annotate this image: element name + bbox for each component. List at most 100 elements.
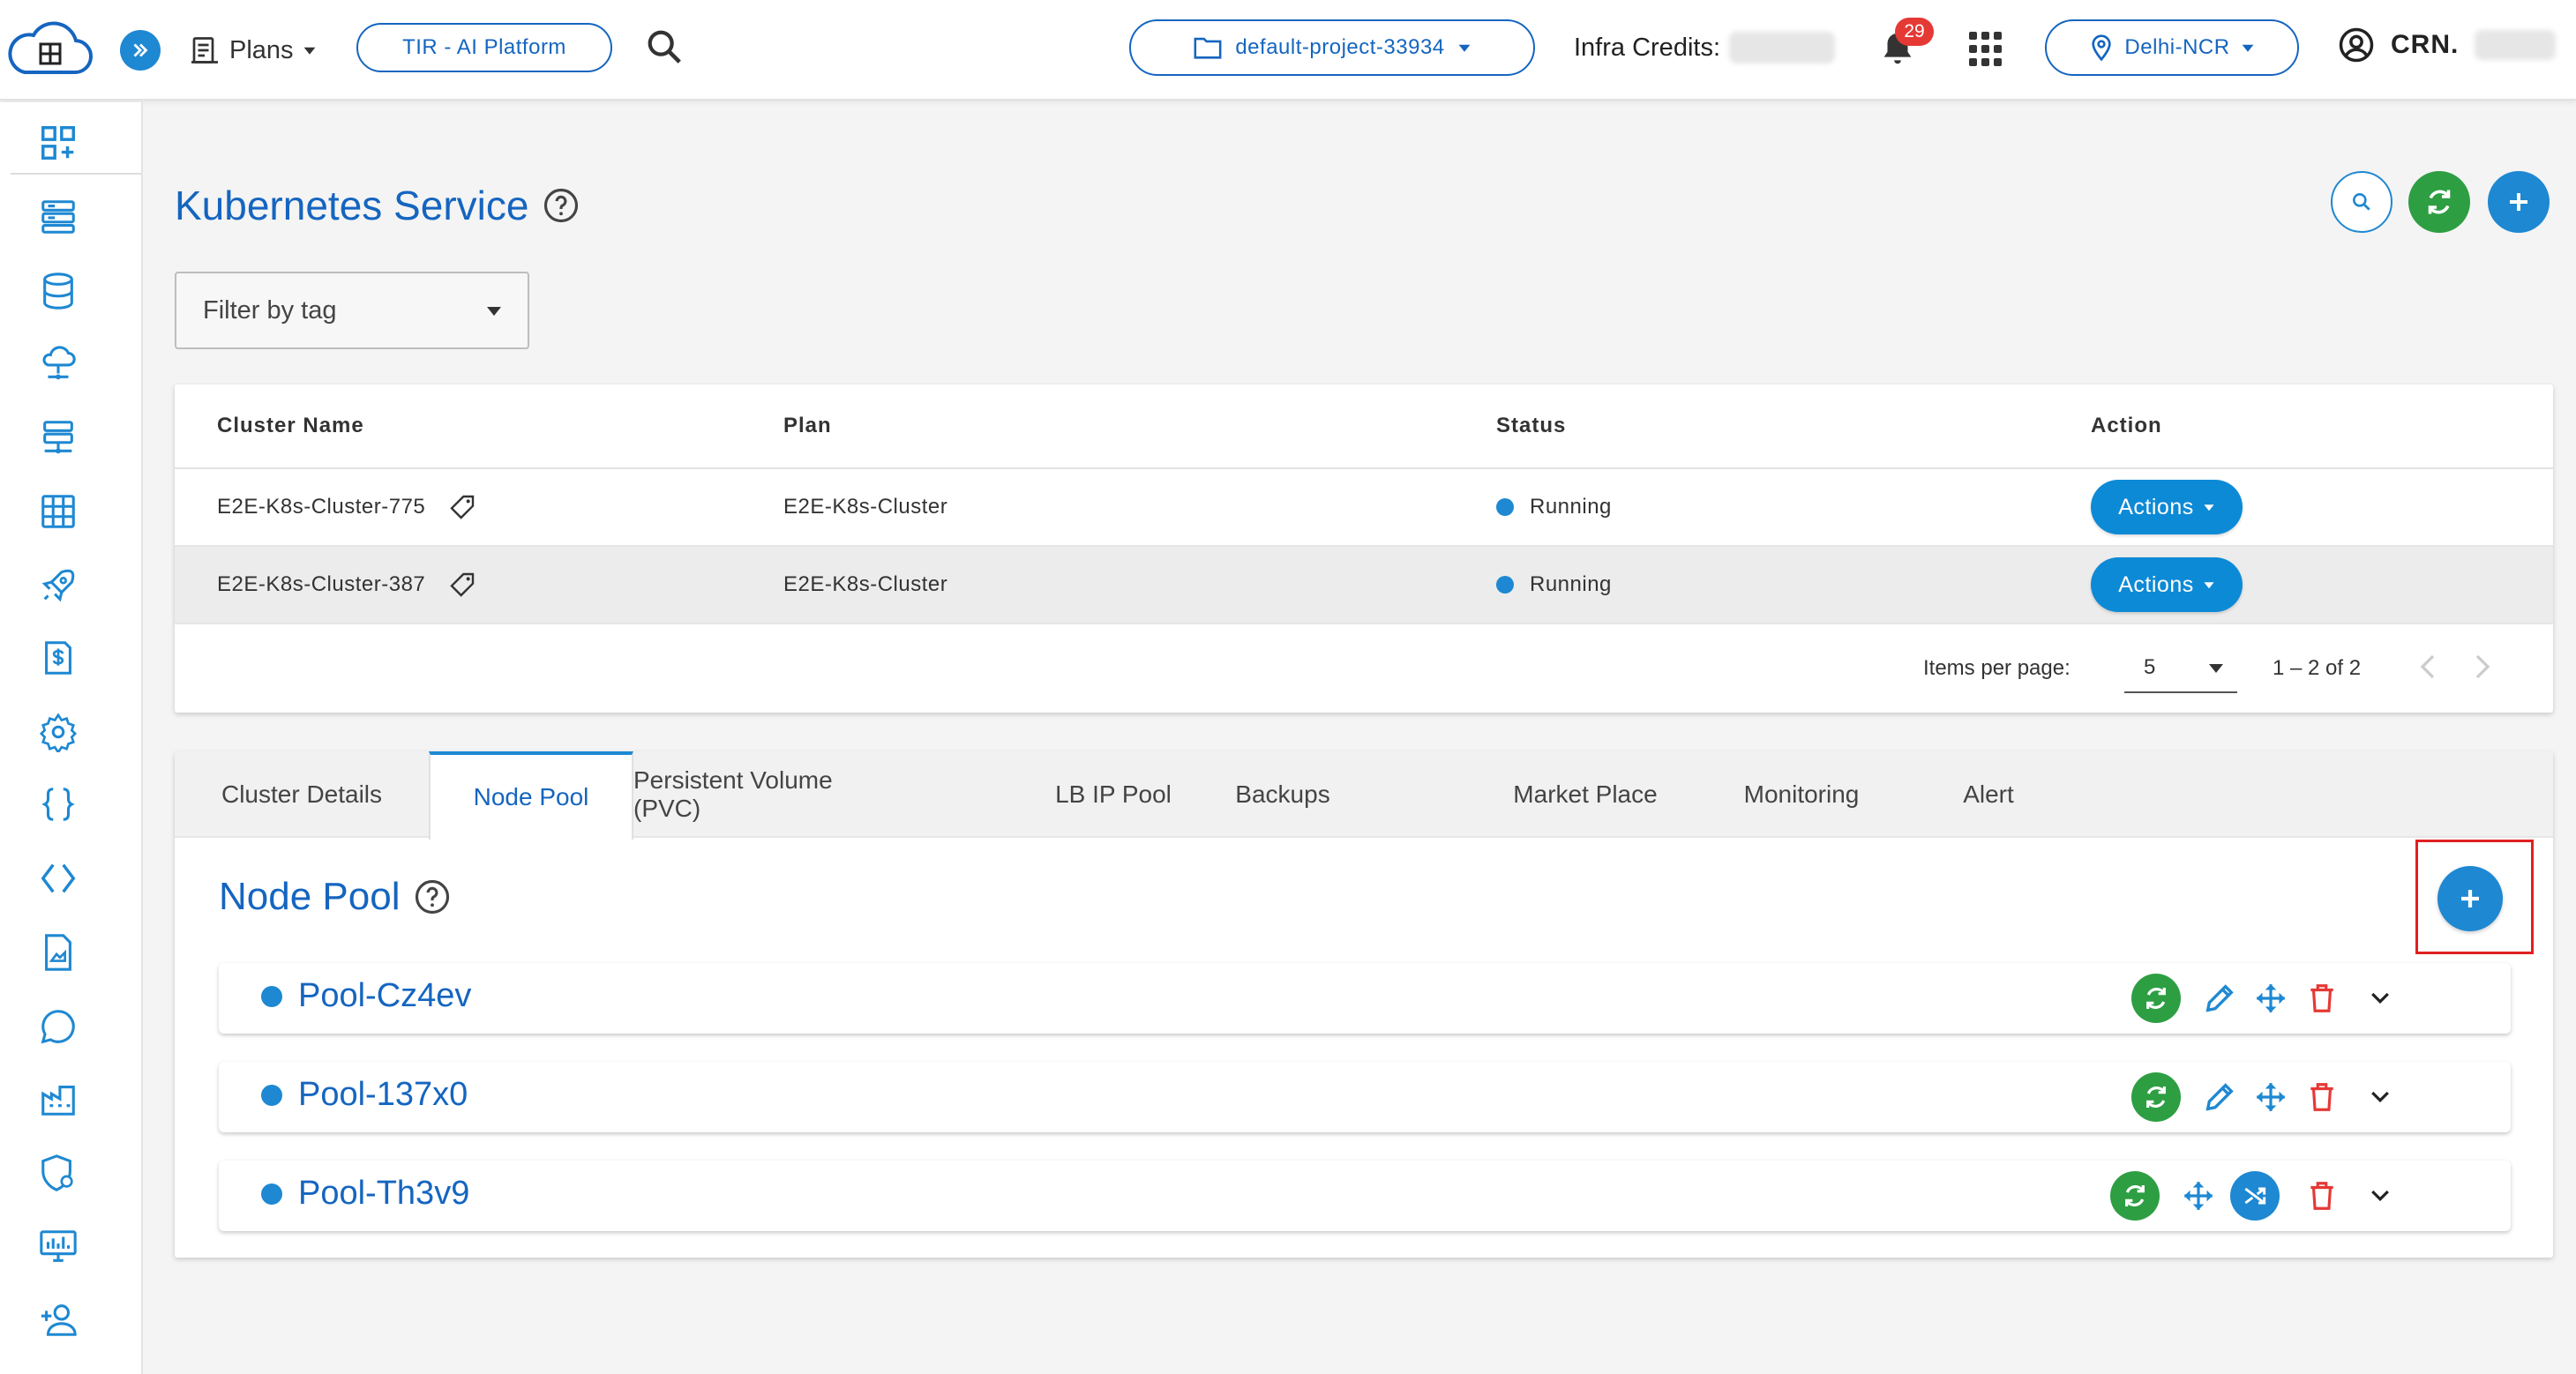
search-icon[interactable] xyxy=(644,26,688,71)
folder-icon xyxy=(1194,37,1222,59)
caret-down-icon xyxy=(2204,582,2214,589)
location-pin-icon xyxy=(2092,34,2112,62)
plans-menu[interactable]: Plans xyxy=(189,28,317,72)
filter-by-tag-select[interactable]: Filter by tag xyxy=(175,272,529,349)
column-header-status: Status xyxy=(1496,414,1567,437)
delete-icon[interactable] xyxy=(2297,974,2347,1023)
infra-credits: Infra Credits: xyxy=(1574,32,1835,63)
tab-cluster-details[interactable]: Cluster Details xyxy=(175,751,429,838)
table-row[interactable]: E2E-K8s-Cluster-775 E2E-K8s-Cluster Runn… xyxy=(175,469,2553,547)
image-file-icon[interactable] xyxy=(35,930,81,975)
sidebar-divider xyxy=(11,173,141,175)
tir-ai-platform-button[interactable]: TIR - AI Platform xyxy=(356,23,612,72)
page-title: Kubernetes Service xyxy=(175,182,580,229)
dashboard-add-icon[interactable] xyxy=(35,120,81,166)
settings-icon[interactable] xyxy=(35,709,81,755)
cluster-name[interactable]: E2E-K8s-Cluster-775 xyxy=(217,495,425,519)
items-per-page-value: 5 xyxy=(2144,655,2156,679)
move-icon[interactable] xyxy=(2174,1171,2223,1221)
cluster-action-cell: Actions xyxy=(2091,480,2243,534)
caret-down-icon xyxy=(1458,44,1471,52)
chevron-down-icon[interactable] xyxy=(2355,1171,2405,1221)
node-pool-name: Pool-Th3v9 xyxy=(261,1175,469,1213)
paginator: Items per page: 5 1 – 2 of 2 xyxy=(175,624,2553,713)
support-chat-icon[interactable] xyxy=(35,1004,81,1049)
tab-alert[interactable]: Alert xyxy=(1909,751,2068,838)
server-icon[interactable] xyxy=(35,194,81,240)
caret-down-icon xyxy=(2242,44,2253,52)
table-row[interactable]: E2E-K8s-Cluster-387 E2E-K8s-Cluster Runn… xyxy=(175,547,2553,624)
edit-icon[interactable] xyxy=(2195,1072,2244,1122)
e2e-cloud-logo[interactable] xyxy=(7,14,94,85)
help-icon[interactable] xyxy=(543,187,580,224)
filter-by-tag-label: Filter by tag xyxy=(203,295,337,325)
tab-market-place[interactable]: Market Place xyxy=(1484,751,1687,838)
pagination-range: 1 – 2 of 2 xyxy=(2273,656,2362,680)
notification-count-badge: 29 xyxy=(1895,18,1934,46)
edit-icon[interactable] xyxy=(2195,974,2244,1023)
help-icon[interactable] xyxy=(414,878,451,915)
create-cluster-button[interactable] xyxy=(2488,171,2550,233)
chevron-down-icon[interactable] xyxy=(2355,974,2405,1023)
tab-lb-ip-pool[interactable]: LB IP Pool xyxy=(1025,751,1202,838)
network-icon[interactable] xyxy=(35,414,81,460)
refresh-icon[interactable] xyxy=(2110,1171,2160,1221)
add-node-pool-button[interactable] xyxy=(2437,866,2503,931)
chevron-down-icon[interactable] xyxy=(2355,1072,2405,1122)
previous-page-button[interactable] xyxy=(2412,651,2444,683)
tab-backups[interactable]: Backups xyxy=(1203,751,1362,838)
top-navbar: Plans TIR - AI Platform default-project-… xyxy=(0,0,2576,101)
cluster-name[interactable]: E2E-K8s-Cluster-387 xyxy=(217,572,425,597)
shuffle-icon[interactable] xyxy=(2230,1171,2280,1221)
tab-monitoring[interactable]: Monitoring xyxy=(1713,751,1890,838)
apps-grid-icon[interactable] xyxy=(1969,32,2004,67)
actions-dropdown-button[interactable]: Actions xyxy=(2091,480,2243,534)
node-pool-row[interactable]: Pool-Th3v9 xyxy=(219,1161,2511,1231)
billing-icon[interactable] xyxy=(35,635,81,681)
search-icon xyxy=(2353,193,2370,211)
tab-node-pool[interactable]: Node Pool xyxy=(429,751,633,840)
project-selector[interactable]: default-project-33934 xyxy=(1129,19,1535,76)
kubernetes-grid-icon[interactable] xyxy=(35,489,81,534)
plans-icon xyxy=(191,37,218,63)
next-page-button[interactable] xyxy=(2467,651,2498,683)
cloud-network-icon[interactable] xyxy=(35,340,81,386)
cluster-table: Cluster Name Plan Status Action E2E-K8s-… xyxy=(175,385,2553,713)
refresh-icon[interactable] xyxy=(2131,1072,2181,1122)
code-icon[interactable] xyxy=(35,855,81,901)
move-icon[interactable] xyxy=(2246,974,2295,1023)
monitor-icon[interactable] xyxy=(35,1224,81,1270)
items-per-page-label: Items per page: xyxy=(1923,656,2071,680)
add-user-icon[interactable] xyxy=(35,1296,81,1342)
refresh-button[interactable] xyxy=(2408,171,2470,233)
security-shield-icon[interactable] xyxy=(35,1150,81,1196)
delete-icon[interactable] xyxy=(2297,1171,2347,1221)
expand-sidebar-button[interactable] xyxy=(120,30,161,71)
account-menu[interactable]: CRN. xyxy=(2338,26,2557,63)
cluster-name-cell: E2E-K8s-Cluster-387 xyxy=(217,571,476,599)
delete-icon[interactable] xyxy=(2297,1072,2347,1122)
tag-icon[interactable] xyxy=(448,493,476,521)
actions-label: Actions xyxy=(2118,494,2194,519)
column-header-cluster-name: Cluster Name xyxy=(217,414,364,437)
node-pool-row[interactable]: Pool-137x0 xyxy=(219,1062,2511,1132)
node-pool-name-text: Pool-Cz4ev xyxy=(298,977,472,1014)
tir-ai-platform-label: TIR - AI Platform xyxy=(402,35,566,59)
tab-persistent-volume[interactable]: Persistent Volume (PVC) xyxy=(633,751,898,838)
marketplace-icon[interactable] xyxy=(35,1076,81,1122)
rocket-icon[interactable] xyxy=(35,563,81,609)
items-per-page-select[interactable]: 5 xyxy=(2124,644,2237,693)
move-icon[interactable] xyxy=(2246,1072,2295,1122)
refresh-icon[interactable] xyxy=(2131,974,2181,1023)
caret-down-icon xyxy=(2209,664,2223,673)
api-braces-icon[interactable] xyxy=(35,781,81,827)
region-selector[interactable]: Delhi-NCR xyxy=(2045,19,2299,76)
node-pool-name-text: Pool-Th3v9 xyxy=(298,1175,470,1212)
actions-dropdown-button[interactable]: Actions xyxy=(2091,557,2243,612)
search-clusters-button[interactable] xyxy=(2331,171,2393,233)
node-pool-row[interactable]: Pool-Cz4ev xyxy=(219,963,2511,1034)
status-dot xyxy=(261,1084,282,1106)
tag-icon[interactable] xyxy=(448,571,476,599)
page-title-text: Kubernetes Service xyxy=(175,183,529,228)
database-icon[interactable] xyxy=(35,268,81,314)
